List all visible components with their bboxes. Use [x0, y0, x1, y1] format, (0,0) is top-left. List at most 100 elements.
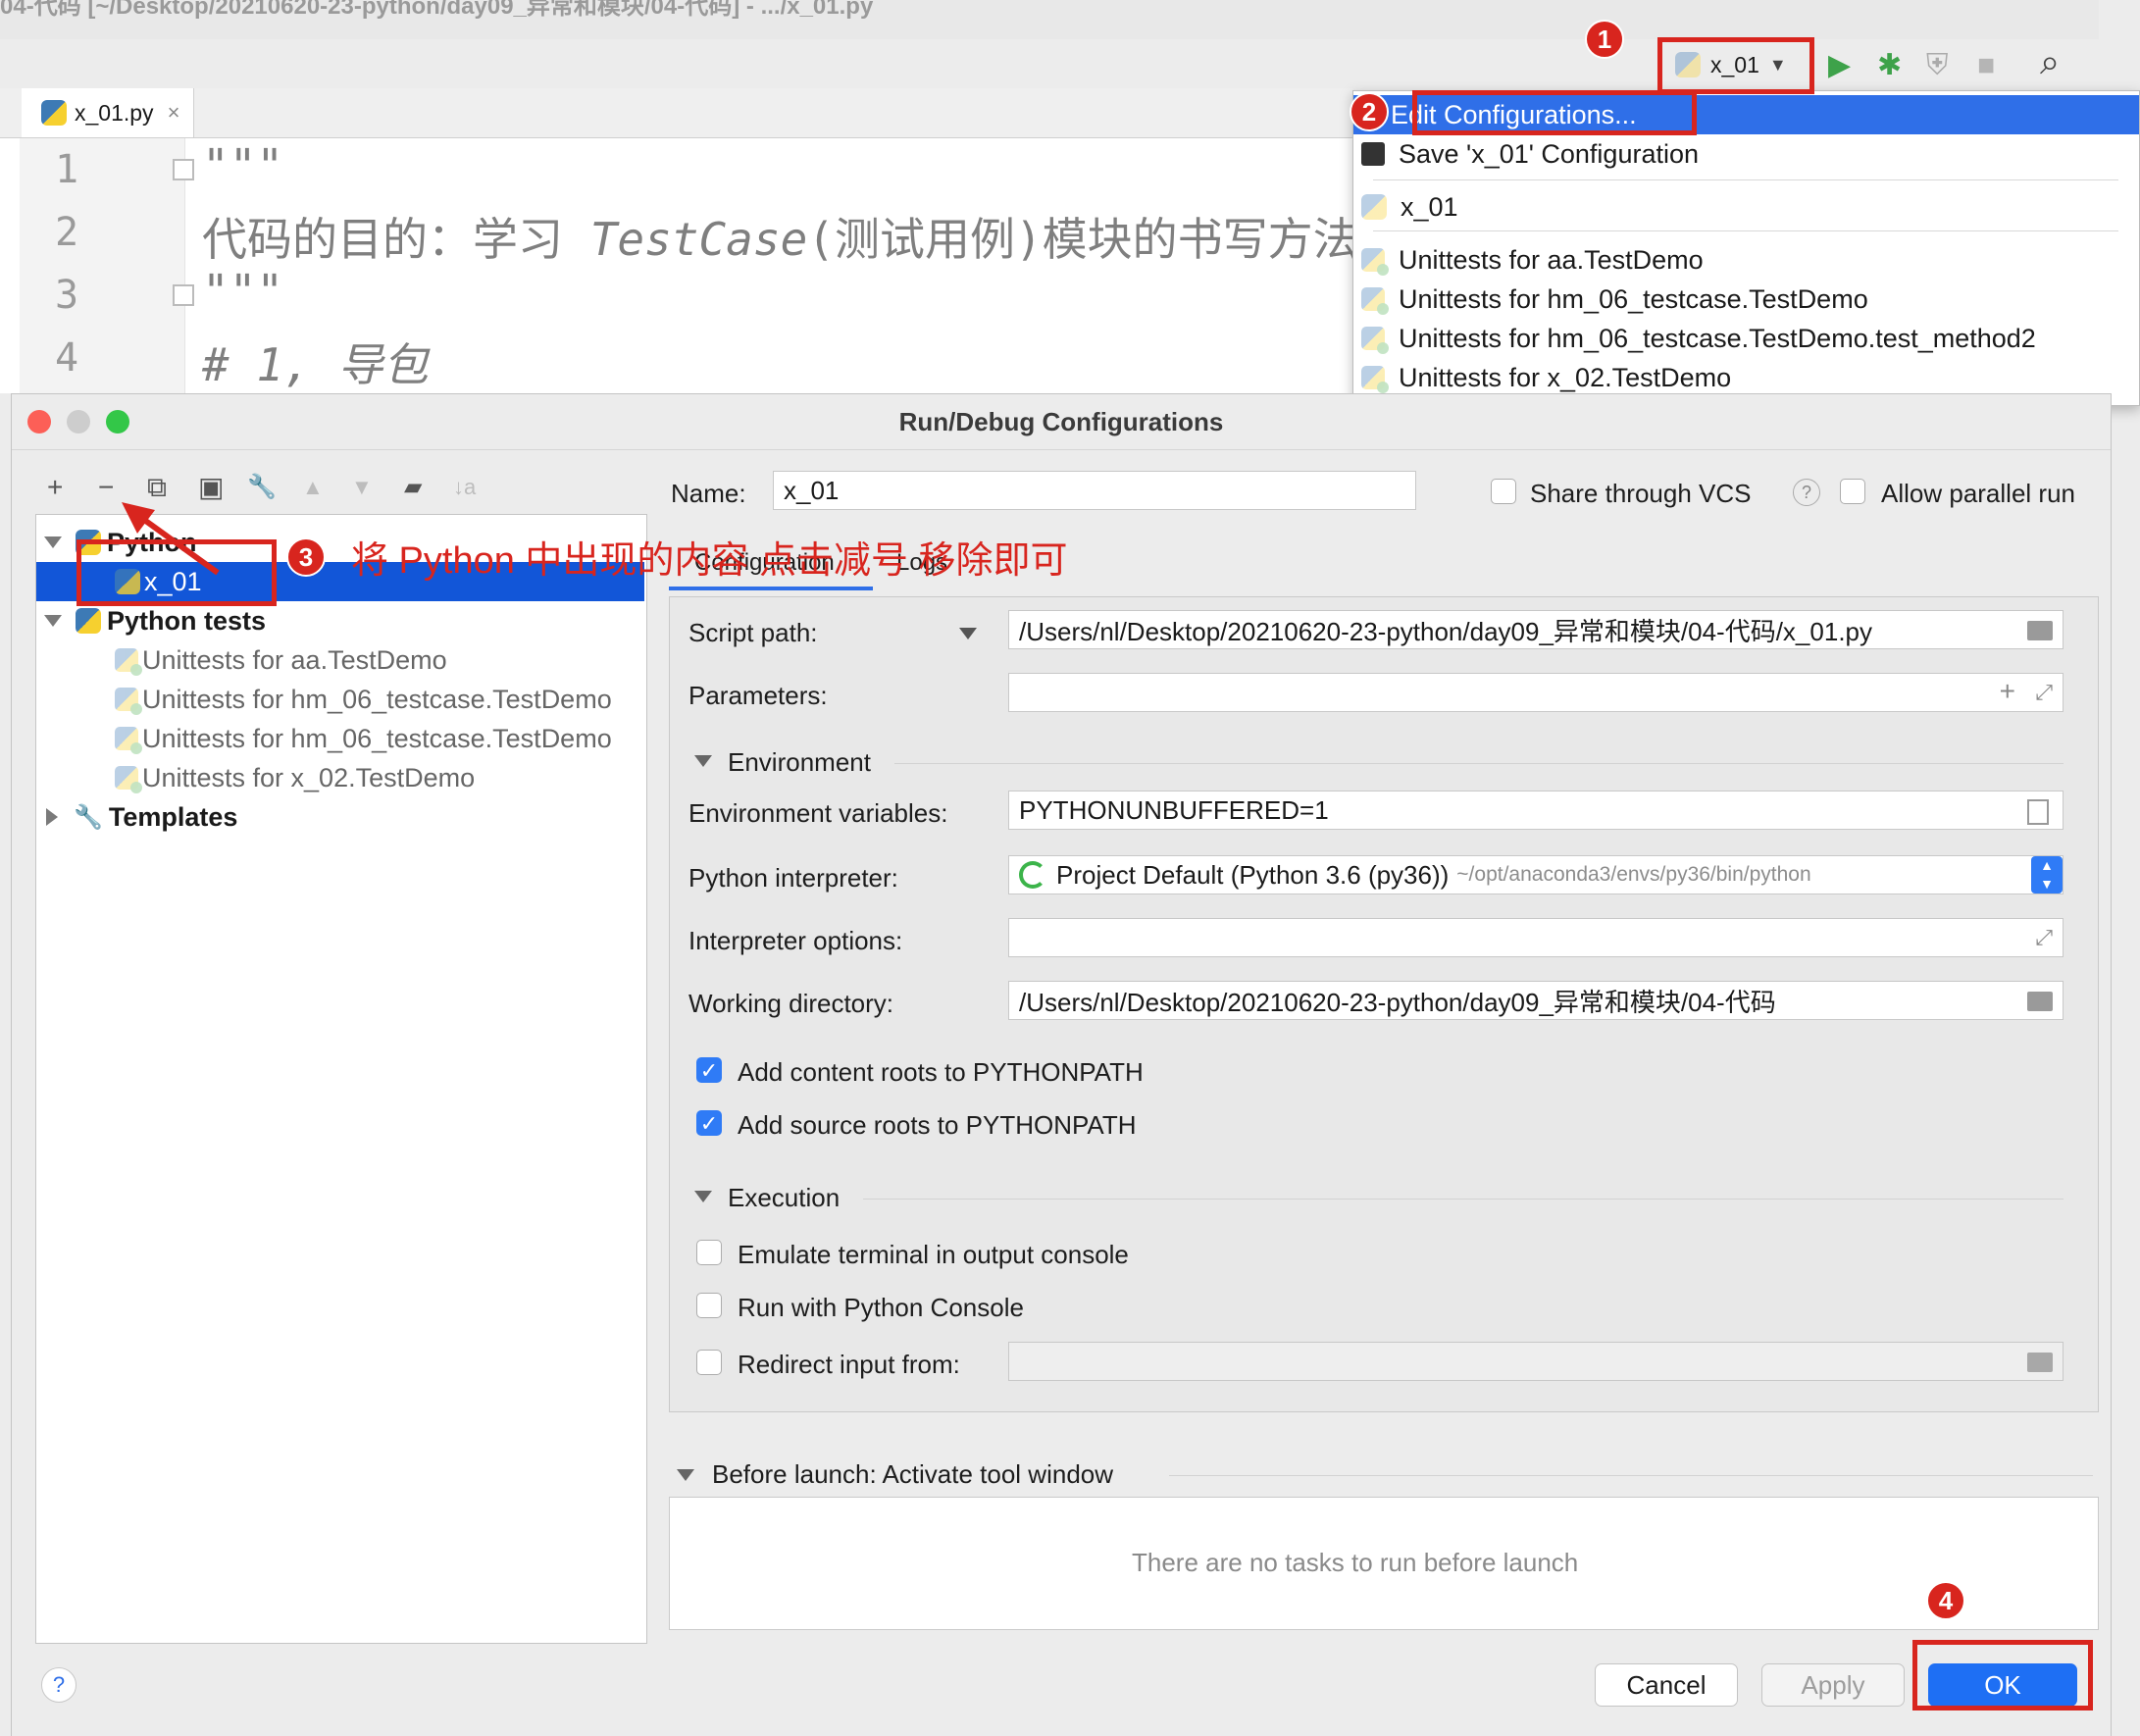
close-tab-icon[interactable]: ×: [168, 100, 180, 126]
config-item-test[interactable]: Unittests for aa.TestDemo: [1353, 240, 2139, 280]
apply-button[interactable]: Apply: [1761, 1663, 1905, 1707]
parameters-label: Parameters:: [688, 681, 828, 710]
expand-icon[interactable]: ⤢: [2035, 680, 2053, 705]
select-arrows-icon[interactable]: ▲ ▼: [2031, 856, 2063, 894]
fold-marker-icon[interactable]: [173, 284, 194, 306]
add-parameter-icon[interactable]: +: [2000, 676, 2015, 707]
config-item-label: Unittests for hm_06_testcase.TestDemo.te…: [1399, 323, 2036, 353]
annotation-box-4: [1912, 1640, 2093, 1710]
config-item-test[interactable]: Unittests for hm_06_testcase.TestDemo.te…: [1353, 319, 2139, 358]
chevron-down-icon[interactable]: [959, 628, 977, 639]
unittest-icon: [1361, 327, 1389, 354]
coverage-icon[interactable]: ⛨: [1926, 51, 1949, 80]
config-item-test[interactable]: Unittests for hm_06_testcase.TestDemo: [1353, 280, 2139, 319]
tree-group-templates[interactable]: 🔧 Templates: [36, 797, 644, 837]
add-source-roots-checkbox[interactable]: ✓: [696, 1110, 722, 1136]
emulate-terminal-checkbox[interactable]: [696, 1240, 722, 1265]
config-item-test[interactable]: Unittests for x_02.TestDemo: [1353, 358, 2139, 397]
folder-icon[interactable]: [2027, 992, 2053, 1011]
expand-arrow-icon[interactable]: [44, 615, 62, 627]
env-vars-value: PYTHONUNBUFFERED=1: [1019, 794, 1329, 825]
env-vars-input[interactable]: PYTHONUNBUFFERED=1: [1008, 791, 2064, 830]
save-icon: [1361, 142, 1385, 166]
cancel-button[interactable]: Cancel: [1595, 1663, 1738, 1707]
script-path-input[interactable]: /Users/nl/Desktop/20210620-23-python/day…: [1008, 610, 2064, 649]
allow-parallel-label: Allow parallel run: [1881, 479, 2075, 508]
expand-icon[interactable]: ⤢: [2035, 925, 2053, 950]
run-config-popup: Edit Configurations... Save 'x_01' Confi…: [1352, 90, 2140, 406]
line-gutter: [20, 138, 185, 393]
add-content-roots-checkbox[interactable]: ✓: [696, 1057, 722, 1083]
share-vcs-label: Share through VCS: [1530, 479, 1752, 508]
folder-icon[interactable]: ▰: [404, 473, 422, 502]
tree-item-test[interactable]: Unittests for x_02.TestDemo: [36, 758, 644, 797]
collapse-arrow-icon[interactable]: [46, 808, 58, 826]
allow-parallel-checkbox[interactable]: [1840, 479, 1865, 504]
config-item-x01[interactable]: x_01: [1353, 187, 2139, 227]
workdir-value: /Users/nl/Desktop/20210620-23-python/day…: [1019, 987, 1776, 1017]
zoom-window-button[interactable]: [106, 410, 129, 434]
debug-icon[interactable]: ✱: [1877, 51, 1902, 80]
no-tasks-message: There are no tasks to run before launch: [1132, 1548, 1579, 1577]
tree-item-test[interactable]: Unittests for hm_06_testcase.TestDemo: [36, 680, 644, 719]
workdir-label: Working directory:: [688, 989, 894, 1018]
minimize-window-button[interactable]: [67, 410, 90, 434]
tree-group-label: Templates: [108, 801, 238, 832]
move-up-button[interactable]: ▲: [302, 473, 324, 502]
tree-group-python-tests[interactable]: Python tests: [36, 601, 644, 640]
save-configuration-item[interactable]: Save 'x_01' Configuration: [1353, 134, 2139, 174]
help-button[interactable]: ?: [41, 1667, 76, 1703]
collapse-arrow-icon[interactable]: [677, 1469, 694, 1481]
interpreter-value: Project Default (Python 3.6 (py36)): [1056, 859, 1450, 890]
code-text: (测试用例)模块的书写方法: [807, 213, 1358, 266]
expand-arrow-icon[interactable]: [44, 536, 62, 548]
interp-options-input[interactable]: ⤢: [1008, 918, 2064, 957]
help-icon[interactable]: ?: [1793, 479, 1820, 506]
annotation-box-2: [1412, 90, 1697, 135]
execution-section-title: Execution: [728, 1183, 841, 1212]
close-window-button[interactable]: [27, 410, 51, 434]
tree-item-test[interactable]: Unittests for hm_06_testcase.TestDemo: [36, 719, 644, 758]
annotation-badge-2: 2: [1350, 92, 1389, 131]
fold-marker-icon[interactable]: [173, 159, 194, 180]
run-with-console-label: Run with Python Console: [738, 1293, 1024, 1322]
editor-tab-x01[interactable]: x_01.py ×: [22, 88, 194, 137]
run-with-console-checkbox[interactable]: [696, 1293, 722, 1318]
script-path-value: /Users/nl/Desktop/20210620-23-python/day…: [1019, 616, 1872, 646]
search-icon[interactable]: ⌕: [2040, 44, 2060, 79]
parameters-input[interactable]: + ⤢: [1008, 673, 2064, 712]
workdir-input[interactable]: /Users/nl/Desktop/20210620-23-python/day…: [1008, 981, 2064, 1020]
env-vars-label: Environment variables:: [688, 798, 948, 828]
tree-item-test[interactable]: Unittests for aa.TestDemo: [36, 640, 644, 680]
unittest-icon: [1361, 366, 1389, 393]
redirect-input-checkbox[interactable]: [696, 1350, 722, 1375]
add-content-roots-label: Add content roots to PYTHONPATH: [738, 1057, 1144, 1087]
annotation-box-1: [1657, 37, 1814, 94]
annotation-badge-3: 3: [286, 537, 326, 577]
name-value: x_01: [784, 475, 840, 505]
sort-icon[interactable]: ↓a: [453, 473, 476, 502]
collapse-arrow-icon[interactable]: [694, 755, 712, 767]
run-icon[interactable]: ▶: [1828, 51, 1851, 80]
add-source-roots-label: Add source roots to PYTHONPATH: [738, 1110, 1137, 1140]
add-config-button[interactable]: +: [47, 473, 63, 502]
name-input[interactable]: x_01: [773, 471, 1416, 510]
save-configuration-label: Save 'x_01' Configuration: [1399, 138, 1700, 169]
move-down-button[interactable]: ▼: [351, 473, 373, 502]
stop-icon[interactable]: ■: [1977, 51, 1995, 80]
share-vcs-checkbox[interactable]: [1491, 479, 1516, 504]
document-icon[interactable]: [2027, 799, 2049, 825]
redirect-input-field[interactable]: [1008, 1342, 2064, 1381]
unittest-icon: [115, 648, 142, 676]
code-line: # 1, 导包: [202, 330, 428, 394]
interpreter-select[interactable]: Project Default (Python 3.6 (py36)) ~/op…: [1008, 855, 2064, 894]
wrench-icon[interactable]: 🔧: [247, 473, 277, 502]
tree-item-label: Unittests for hm_06_testcase.TestDemo: [142, 684, 612, 714]
interpreter-label: Python interpreter:: [688, 863, 898, 893]
collapse-arrow-icon[interactable]: [694, 1191, 712, 1202]
arrow-head: [122, 502, 155, 534]
annotation-badge-1: 1: [1585, 20, 1624, 59]
folder-icon[interactable]: [2027, 1353, 2053, 1372]
folder-icon[interactable]: [2027, 621, 2053, 640]
separator: [1169, 1475, 2093, 1476]
